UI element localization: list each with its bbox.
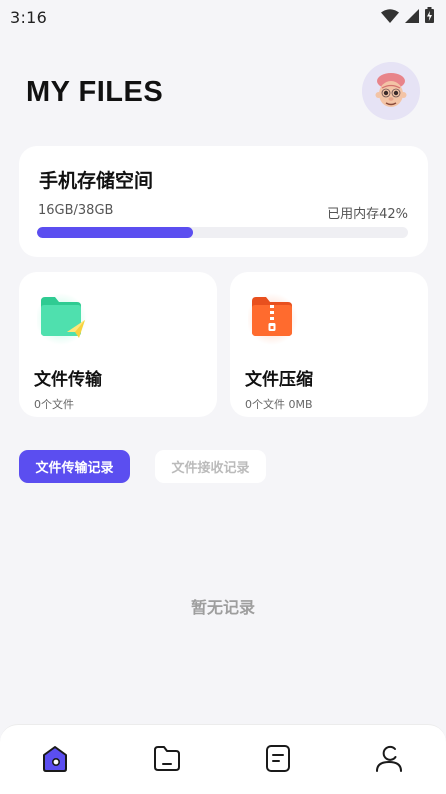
folder-icon [154, 746, 180, 771]
file-transfer-title: 文件传输 [34, 370, 102, 390]
storage-used-text: 16GB/38GB [38, 203, 114, 218]
storage-card[interactable]: 手机存储空间 16GB/38GB 已用内存42% [19, 146, 428, 257]
storage-percent-text: 已用内存42% [327, 207, 408, 222]
profile-icon [376, 745, 402, 772]
file-compress-card[interactable]: 文件压缩 0个文件 0MB [230, 272, 428, 417]
status-icons [381, 7, 434, 27]
document-icon [266, 745, 290, 772]
battery-charging-icon [425, 7, 434, 27]
status-time: 3:16 [10, 7, 48, 27]
file-transfer-count: 0个文件 [34, 398, 74, 411]
folder-send-icon [35, 292, 91, 346]
file-compress-title: 文件压缩 [245, 370, 313, 390]
nav-files[interactable] [150, 741, 184, 775]
cellular-signal-icon [405, 8, 419, 27]
wifi-icon [381, 8, 399, 27]
file-compress-count: 0个文件 0MB [245, 398, 313, 411]
home-icon [43, 746, 67, 772]
avatar[interactable] [362, 62, 420, 120]
page-title: MY FILES [26, 76, 164, 108]
storage-progress-bar [37, 227, 408, 238]
nav-profile[interactable] [372, 741, 406, 775]
status-bar: 3:16 [0, 0, 446, 34]
file-transfer-card[interactable]: 文件传输 0个文件 [19, 272, 217, 417]
empty-state-message: 暂无记录 [190, 598, 255, 617]
nav-home[interactable] [38, 741, 72, 775]
tab-transfer-records[interactable]: 文件传输记录 [19, 450, 130, 483]
bottom-nav [0, 724, 446, 794]
storage-progress-fill [37, 227, 193, 238]
storage-title: 手机存储空间 [39, 170, 154, 192]
cartoon-avatar-icon [362, 62, 420, 120]
tab-receive-records[interactable]: 文件接收记录 [155, 450, 266, 483]
zip-folder-icon [246, 292, 302, 346]
nav-documents[interactable] [261, 741, 295, 775]
